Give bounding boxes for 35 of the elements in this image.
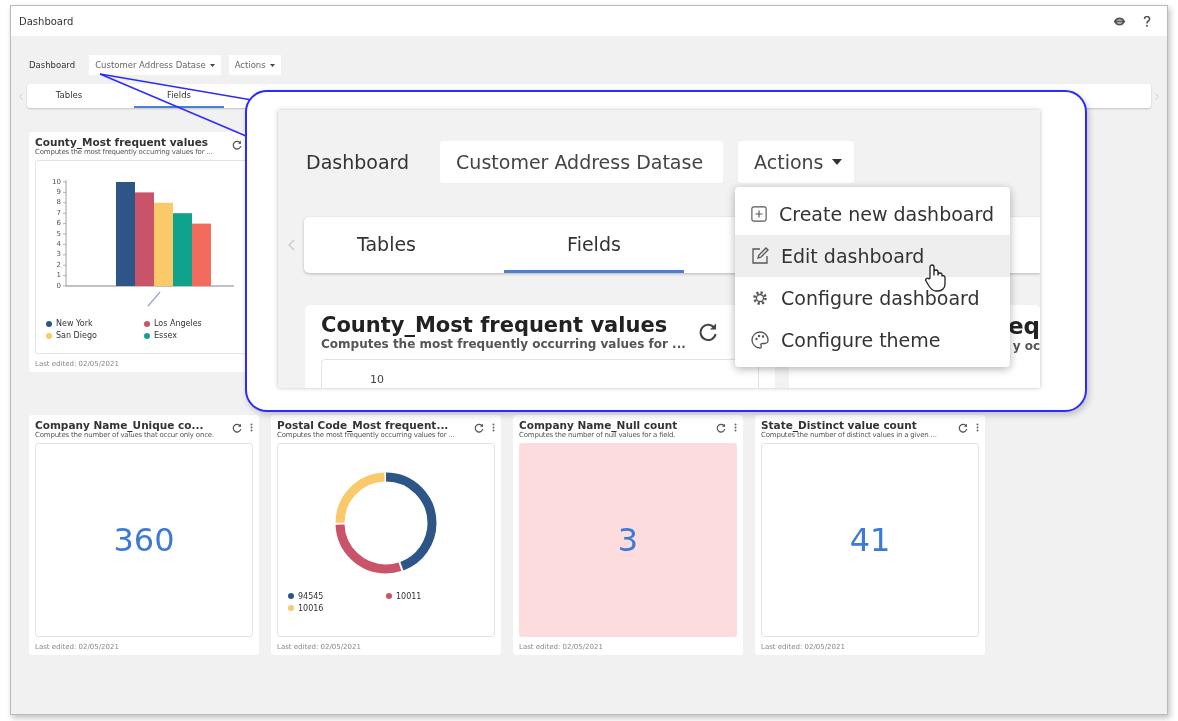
menu-item[interactable]: Configure theme	[735, 319, 1010, 361]
widget-title: Company Name_Null count	[519, 419, 679, 431]
tab[interactable]: Tables	[304, 217, 469, 273]
metric-value: 360	[113, 521, 175, 559]
dataset-dropdown[interactable]: Customer Address Datase	[89, 55, 221, 75]
tab[interactable]: Fields	[504, 217, 684, 273]
widget-title: eq	[1007, 313, 1040, 339]
widget-title: County_Most frequent values	[35, 136, 210, 148]
legend-item: Los Angeles	[144, 319, 242, 328]
widget-title: Postal Code_Most frequent...	[277, 419, 450, 431]
menu-item[interactable]: Create new dashboard	[735, 193, 1010, 235]
widget-title: Company Name_Unique co...	[35, 419, 205, 431]
metric-value: 3	[617, 521, 639, 559]
toolbar-label: Dashboard	[306, 151, 410, 173]
actions-button[interactable]: Actions	[738, 141, 854, 183]
legend-item: 10016	[288, 603, 386, 613]
legend-item: 94545	[288, 591, 386, 601]
toolbar-label: Dashboard	[29, 60, 76, 70]
widget-title: State_Distinct value count	[761, 419, 917, 431]
tab[interactable]: Fields	[134, 84, 224, 108]
widget-description: Computes the most frequently occurring values for ...	[321, 337, 686, 351]
legend-item: 10011	[386, 591, 484, 601]
tab[interactable]: Tables	[29, 84, 109, 108]
window-title: Dashboard	[19, 15, 74, 27]
dataset-dropdown[interactable]: Customer Address Datase	[440, 141, 724, 183]
legend-item: Essex	[144, 331, 242, 340]
legend-item: San Diego	[46, 331, 144, 340]
widget-description: y oc	[1012, 339, 1040, 353]
widget-title: County_Most frequent values	[321, 313, 669, 337]
actions-button[interactable]: Actions	[228, 55, 281, 75]
metric-value: 41	[849, 521, 891, 559]
axis-tick-label: 10	[370, 373, 384, 386]
menu-item[interactable]: Configure dashboard	[735, 277, 1010, 319]
menu-item[interactable]: Edit dashboard	[735, 235, 1010, 277]
legend-item: New York	[46, 319, 144, 328]
